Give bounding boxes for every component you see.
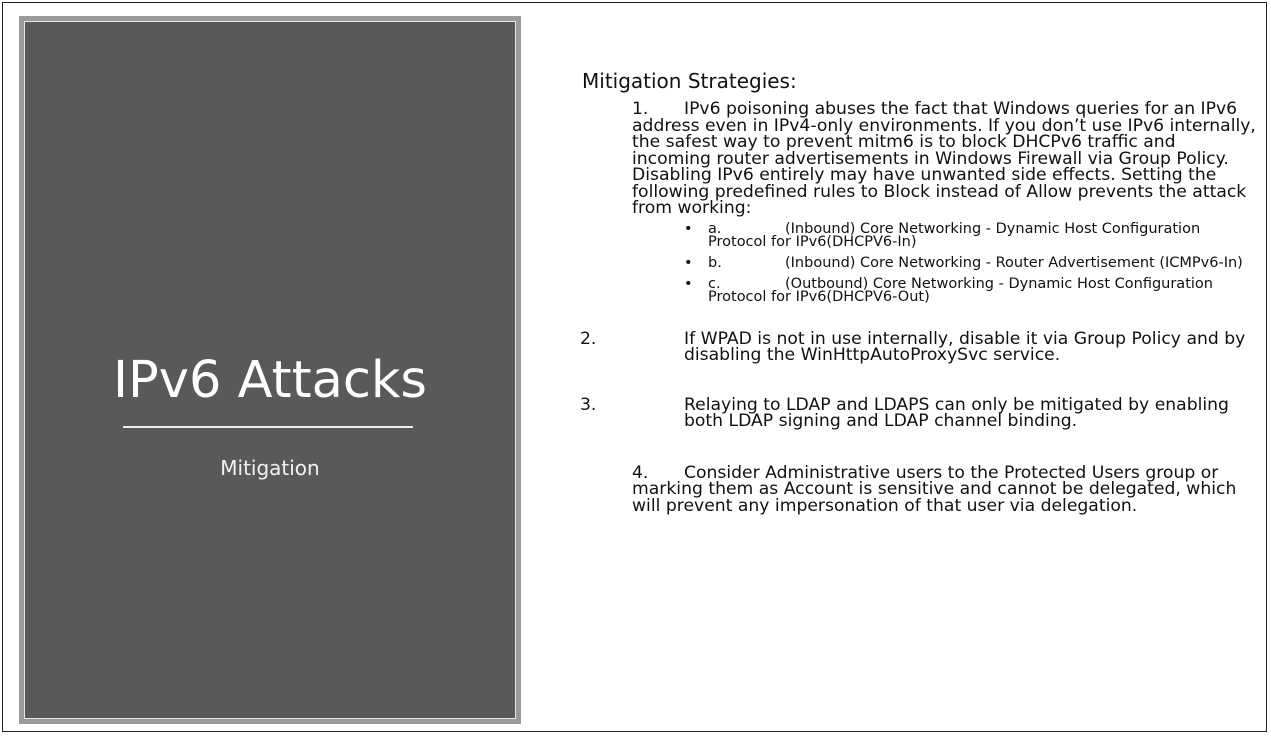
title-divider xyxy=(123,426,413,428)
sub-item-letter: b. xyxy=(708,254,722,271)
list-item-text: Consider Administrative users to the Pro… xyxy=(632,462,1237,516)
list-item-1: 1. IPv6 poisoning abuses the fact that Wi… xyxy=(632,99,1257,304)
list-item-number: 3. xyxy=(580,394,597,415)
content-area: Mitigation Strategies: 1. IPv6 poisoning … xyxy=(580,69,1257,516)
list-item-text: IPv6 poisoning abuses the fact that Wind… xyxy=(632,99,1256,218)
sub-list: • a. (Inbound) Core Networking - Dynamic … xyxy=(632,221,1257,304)
content-heading: Mitigation Strategies: xyxy=(582,69,797,93)
list-item-2: 2. If WPAD is not in use internally, disa… xyxy=(580,328,1257,365)
slide-subtitle: Mitigation xyxy=(220,456,320,480)
list-item-text: Relaying to LDAP and LDAPS can only be m… xyxy=(684,394,1229,431)
slide-title: IPv6 Attacks xyxy=(112,351,428,410)
list-item-4: 4. Consider Administrative users to the P… xyxy=(632,462,1257,516)
bullet-icon: • xyxy=(684,220,693,237)
sub-list-item: • c. (Outbound) Core Networking - Dynamic… xyxy=(684,276,1257,304)
list-item-text: If WPAD is not in use internally, disabl… xyxy=(684,328,1246,365)
sub-item-text: (Inbound) Core Networking - Router Adver… xyxy=(785,254,1243,271)
bullet-icon: • xyxy=(684,275,693,292)
sub-list-item: • a. (Inbound) Core Networking - Dynamic … xyxy=(684,221,1257,249)
bullet-icon: • xyxy=(684,254,693,271)
list-item-3: 3. Relaying to LDAP and LDAPS can only be… xyxy=(580,394,1257,431)
list-item-number: 2. xyxy=(580,328,597,349)
title-panel-inner: IPv6 Attacks Mitigation xyxy=(24,21,516,719)
sub-list-item: • b. (Inbound) Core Networking - Router A… xyxy=(684,254,1257,271)
